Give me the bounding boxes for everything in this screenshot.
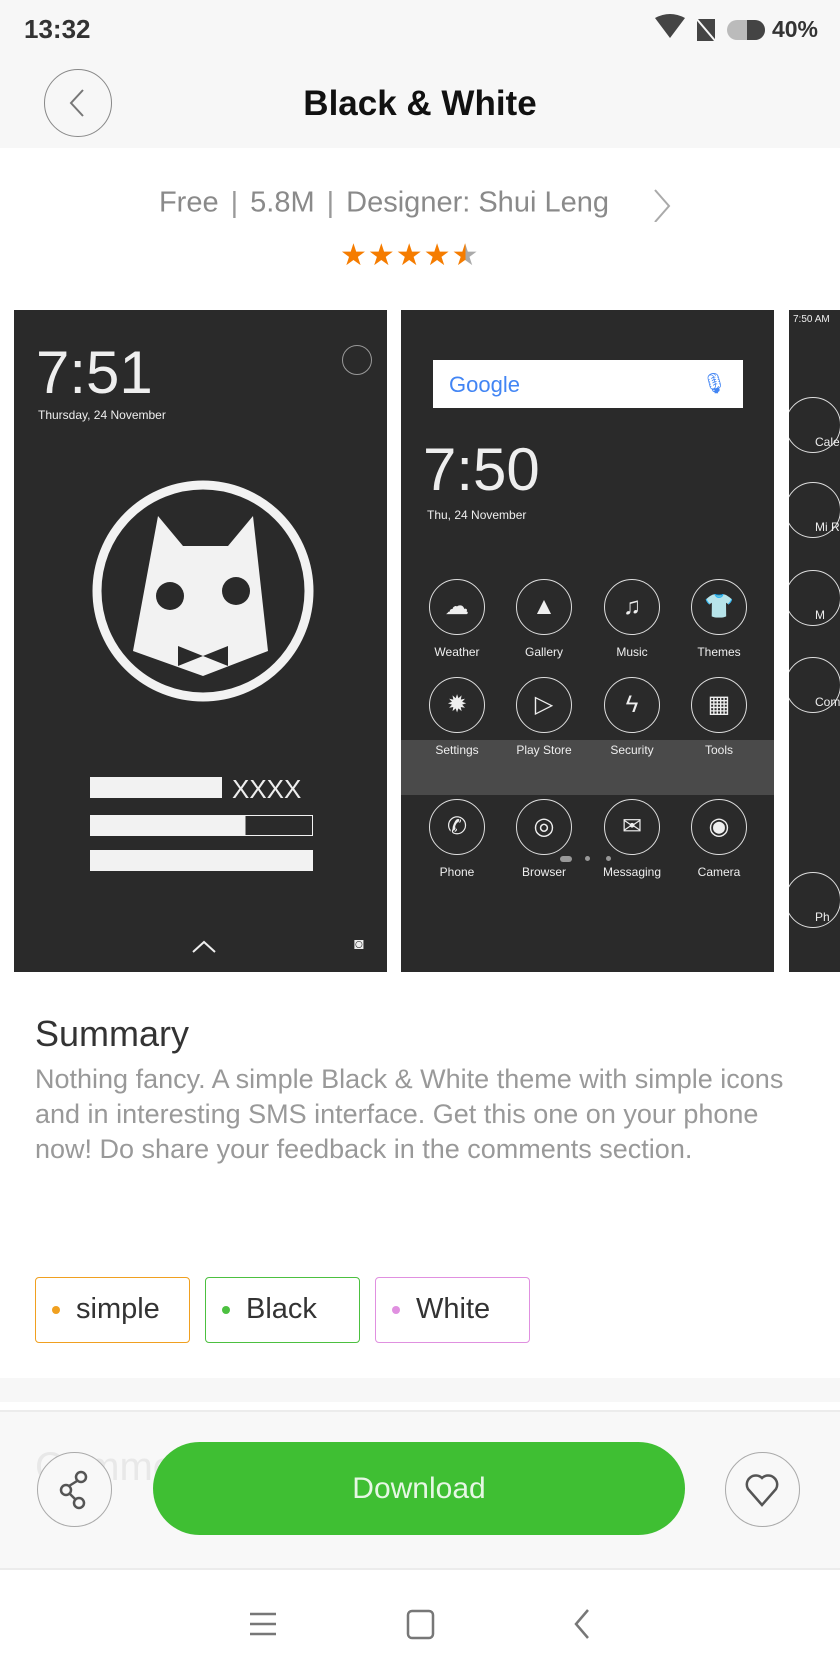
designer: Designer: Shui Leng	[346, 186, 609, 219]
app-label: Camera	[697, 865, 741, 879]
tag-label: White	[416, 1293, 491, 1325]
app-icon: ◉	[691, 799, 747, 855]
app-label: Ph	[815, 910, 830, 924]
favorite-button[interactable]	[725, 1452, 800, 1527]
app-label: Gallery	[524, 645, 563, 659]
app-label: M	[815, 608, 825, 622]
app-icon: 👕	[691, 579, 747, 635]
summary-title: Summary	[35, 1013, 190, 1054]
tag-label: Black	[246, 1293, 317, 1325]
menu-icon[interactable]	[250, 1612, 276, 1636]
tag-white[interactable]: White	[375, 1277, 530, 1343]
app-label: Weather	[434, 645, 480, 659]
tag-simple[interactable]: simple	[35, 1277, 190, 1343]
google-logo: Google	[449, 372, 520, 397]
divider	[0, 1378, 840, 1402]
app-label: Settings	[435, 743, 479, 757]
app-label: Security	[610, 743, 654, 757]
app-label: Mi Ro	[815, 520, 840, 534]
home-icon[interactable]	[406, 1609, 435, 1640]
app-label: Tools	[704, 743, 733, 757]
app-icon: ▷	[516, 677, 572, 733]
status-time: 13:32	[24, 14, 91, 44]
app-label: Play Store	[516, 743, 572, 757]
preview-time: 7:50 AM	[793, 314, 830, 325]
camera-icon: ◙	[354, 936, 364, 953]
app-icon: ✆	[429, 799, 485, 855]
tag-black[interactable]: Black	[205, 1277, 360, 1343]
preview-lockscreen[interactable]: 7:51 Thursday, 24 November XXXX ◙	[14, 310, 387, 972]
mic-icon: 🎙	[701, 373, 727, 395]
download-button[interactable]: Download	[153, 1442, 685, 1535]
preview-date: Thu, 24 November	[427, 508, 527, 522]
app-icon: ϟ	[604, 677, 660, 733]
chevron-right-icon	[654, 189, 671, 223]
app-icon: ♫	[604, 579, 660, 635]
battery-percent: 40%	[771, 16, 818, 42]
app-label: Music	[616, 645, 648, 659]
heart-icon	[745, 1474, 779, 1507]
back-nav-icon[interactable]	[574, 1609, 589, 1639]
google-search-bar: Google 🎙	[433, 360, 743, 408]
preview-date: Thursday, 24 November	[38, 408, 166, 422]
app-label: Browser	[521, 865, 566, 879]
app-label: Cale	[815, 435, 840, 449]
theme-icon	[342, 345, 372, 375]
star-rating: ★★★★★	[340, 239, 480, 272]
share-button[interactable]	[37, 1452, 112, 1527]
wifi-icon	[655, 14, 685, 38]
nav-bar	[250, 1609, 589, 1640]
app-icon: ▲	[516, 579, 572, 635]
app-label: Themes	[697, 645, 741, 659]
app-label: Messaging	[602, 865, 662, 879]
page-title: Black & White	[303, 84, 537, 123]
preview-time: 7:50	[423, 436, 540, 503]
app-icon: ▦	[691, 677, 747, 733]
app-icon: ☁	[429, 579, 485, 635]
share-icon	[59, 1470, 88, 1510]
preview-homescreen[interactable]: Google 🎙 7:50 Thu, 24 November ☁ Weather ▲…	[401, 310, 774, 972]
app-icon: ✹	[429, 677, 485, 733]
status-bar: 13:32 40%	[0, 0, 840, 60]
tag-label: simple	[76, 1293, 160, 1325]
app-icon: ◎	[516, 799, 572, 855]
app-label: Phone	[439, 865, 475, 879]
summary-text: Nothing fancy. A simple Black & White th…	[35, 1064, 784, 1164]
app-label: Com	[815, 695, 840, 709]
size: 5.8M	[250, 186, 315, 219]
password-mask: XXXX	[232, 774, 302, 804]
preview-app-drawer[interactable]: 7:50 AM Cale Mi Ro M Com Ph	[789, 310, 840, 972]
chevron-up-icon	[192, 940, 216, 953]
price: Free	[158, 186, 219, 219]
theme-info-row[interactable]: Free | 5.8M | Designer: Shui Leng	[0, 186, 840, 223]
tag-dot	[392, 1306, 400, 1315]
tag-dot	[52, 1306, 60, 1315]
app-icon: ✉	[604, 799, 660, 855]
status-icons	[655, 14, 765, 44]
cat-logo	[92, 480, 314, 702]
preview-time: 7:51	[36, 339, 153, 406]
tag-dot	[222, 1306, 230, 1315]
